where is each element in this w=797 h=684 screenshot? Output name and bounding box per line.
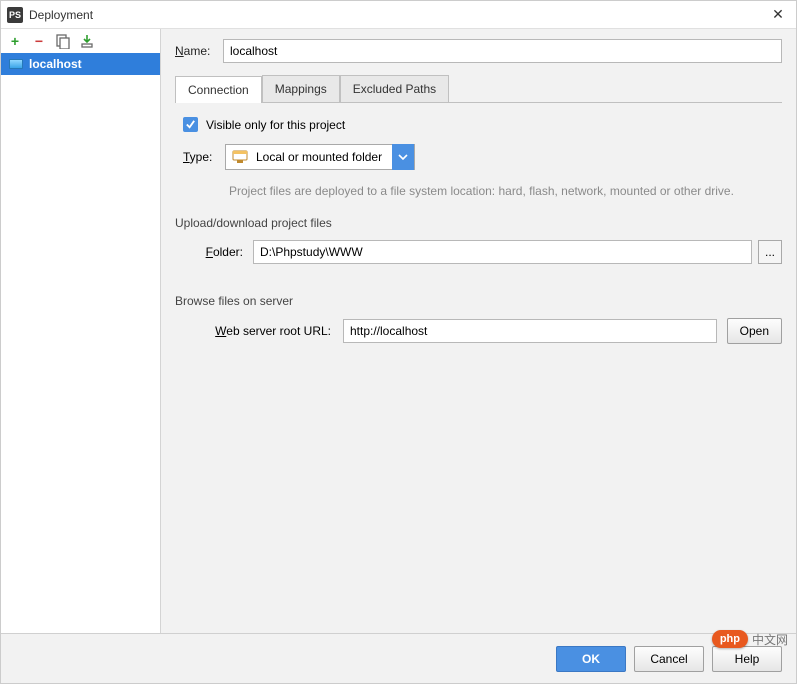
ok-button[interactable]: OK	[556, 646, 626, 672]
server-item-localhost[interactable]: localhost	[1, 53, 160, 75]
tabs: Connection Mappings Excluded Paths	[175, 75, 782, 103]
upload-section-title: Upload/download project files	[175, 216, 782, 230]
deployment-dialog: PS Deployment ✕ + − localhost	[0, 0, 797, 684]
folder-label: Folder:	[193, 245, 253, 259]
browse-folder-button[interactable]: ...	[758, 240, 782, 264]
url-label: Web server root URL:	[193, 324, 343, 338]
name-input[interactable]	[223, 39, 782, 63]
server-tree: localhost	[1, 53, 160, 633]
name-label: Name:	[175, 44, 223, 58]
footer: php 中文网 OK Cancel Help	[1, 633, 796, 683]
url-input[interactable]	[343, 319, 717, 343]
tab-excluded-paths[interactable]: Excluded Paths	[340, 75, 449, 102]
tab-connection[interactable]: Connection	[175, 76, 262, 103]
type-help-text: Project files are deployed to a file sys…	[229, 184, 782, 198]
type-row: Type: Local or mounted folder	[183, 144, 782, 170]
help-button[interactable]: Help	[712, 646, 782, 672]
type-label: Type:	[183, 150, 225, 164]
folder-row: Folder: ...	[193, 240, 782, 264]
url-row: Web server root URL: Open	[193, 318, 782, 344]
add-icon[interactable]: +	[7, 33, 23, 49]
copy-icon[interactable]	[55, 33, 71, 49]
open-button[interactable]: Open	[727, 318, 782, 344]
dialog-body: + − localhost Name:	[1, 29, 796, 633]
window-title: Deployment	[29, 8, 766, 22]
type-value: Local or mounted folder	[256, 150, 392, 164]
app-icon: PS	[7, 7, 23, 23]
titlebar: PS Deployment ✕	[1, 1, 796, 29]
visible-only-label: Visible only for this project	[206, 118, 345, 132]
browse-section-title: Browse files on server	[175, 294, 782, 308]
main-panel: Name: Connection Mappings Excluded Paths…	[161, 29, 796, 633]
sidebar: + − localhost	[1, 29, 161, 633]
visible-only-row: Visible only for this project	[183, 117, 782, 132]
watermark-text: 中文网	[752, 631, 788, 648]
visible-only-checkbox[interactable]	[183, 117, 198, 132]
type-select[interactable]: Local or mounted folder	[225, 144, 415, 170]
cancel-button[interactable]: Cancel	[634, 646, 704, 672]
name-row: Name:	[175, 39, 782, 63]
server-item-label: localhost	[29, 57, 82, 71]
folder-monitor-icon	[232, 150, 250, 164]
sidebar-toolbar: + −	[1, 29, 160, 53]
tab-mappings[interactable]: Mappings	[262, 75, 340, 102]
folder-input[interactable]	[253, 240, 752, 264]
server-icon	[9, 59, 23, 69]
close-icon[interactable]: ✕	[766, 6, 790, 23]
download-icon[interactable]	[79, 33, 95, 49]
chevron-down-icon	[392, 144, 414, 170]
remove-icon[interactable]: −	[31, 33, 47, 49]
